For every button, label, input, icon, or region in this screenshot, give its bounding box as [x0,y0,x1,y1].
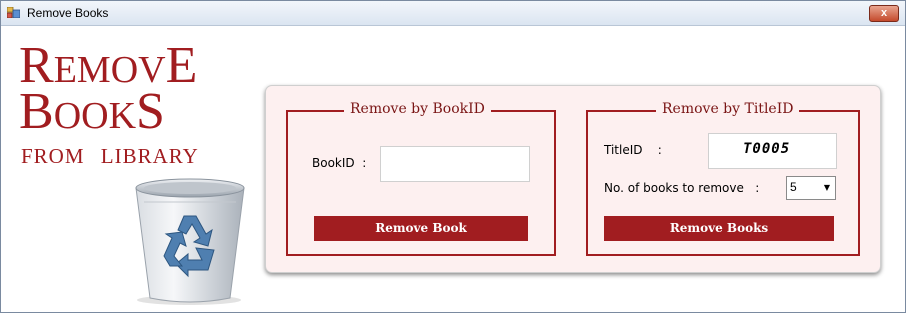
window-client-area: REMOVE BOOKS FROM LIBRARY Remove by Book… [1,26,905,312]
titleid-label: TitleID : [604,143,662,157]
bookid-input[interactable] [380,146,530,182]
title-bar: Remove Books x [1,1,905,26]
remove-book-button[interactable]: Remove Book [314,216,528,241]
window-title: Remove Books [27,6,109,20]
book-count-label: No. of books to remove : [604,181,760,195]
titleid-value: T0005 [743,141,791,157]
remove-by-bookid-legend: Remove by BookID [344,101,491,117]
close-icon: x [880,7,888,19]
dropdown-arrow-icon[interactable]: ▼ [819,177,835,199]
logo-line-3: FROM LIBRARY [21,144,199,168]
remove-books-button[interactable]: Remove Books [604,216,834,241]
book-count-select[interactable]: 5 ▼ [786,176,836,200]
remove-books-window: Remove Books x REMOVE BOOKS FROM LIBRARY [0,0,906,313]
remove-by-titleid-group: Remove by TitleID TitleID : T0005 No. of… [586,101,860,256]
remove-by-titleid-legend: Remove by TitleID [656,101,800,117]
logo-line-2: BOOKS [19,83,165,140]
close-button[interactable]: x [869,5,899,22]
recycle-bin-icon [135,178,245,305]
remove-by-bookid-group: Remove by BookID BookID : Remove Book [286,101,556,256]
book-count-value: 5 [790,180,797,194]
titleid-input[interactable]: T0005 [708,133,837,169]
remove-options-panel: Remove by BookID BookID : Remove Book Re… [265,85,881,273]
bookid-label: BookID : [312,156,367,170]
window-app-icon [7,7,20,18]
